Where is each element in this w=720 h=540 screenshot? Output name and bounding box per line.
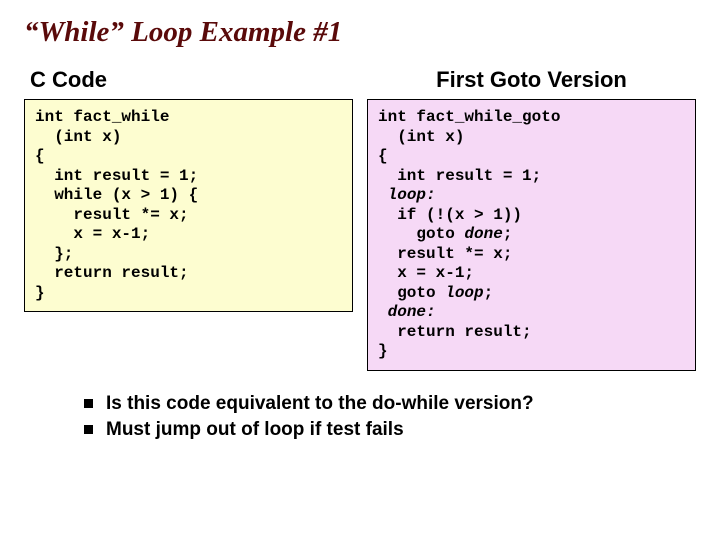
loop-label: loop:: [388, 186, 436, 204]
slide-title: “While” Loop Example #1: [24, 16, 696, 49]
slide: “While” Loop Example #1 C Code int fact_…: [0, 0, 720, 540]
c-code-box: int fact_while (int x) { int result = 1;…: [24, 99, 353, 312]
right-column: First Goto Version int fact_while_goto (…: [367, 67, 696, 371]
left-heading: C Code: [30, 67, 353, 93]
right-heading: First Goto Version: [367, 67, 696, 93]
loop-ref: loop: [445, 284, 483, 302]
list-item: Must jump out of loop if test fails: [84, 419, 696, 441]
goto-code-box: int fact_while_goto (int x) { int result…: [367, 99, 696, 371]
list-item: Is this code equivalent to the do-while …: [84, 393, 696, 415]
code-seg: return result; }: [378, 323, 532, 361]
left-column: C Code int fact_while (int x) { int resu…: [24, 67, 353, 312]
done-ref: done: [464, 225, 502, 243]
done-label: done:: [388, 303, 436, 321]
bullet-list: Is this code equivalent to the do-while …: [84, 393, 696, 441]
code-columns: C Code int fact_while (int x) { int resu…: [24, 67, 696, 371]
